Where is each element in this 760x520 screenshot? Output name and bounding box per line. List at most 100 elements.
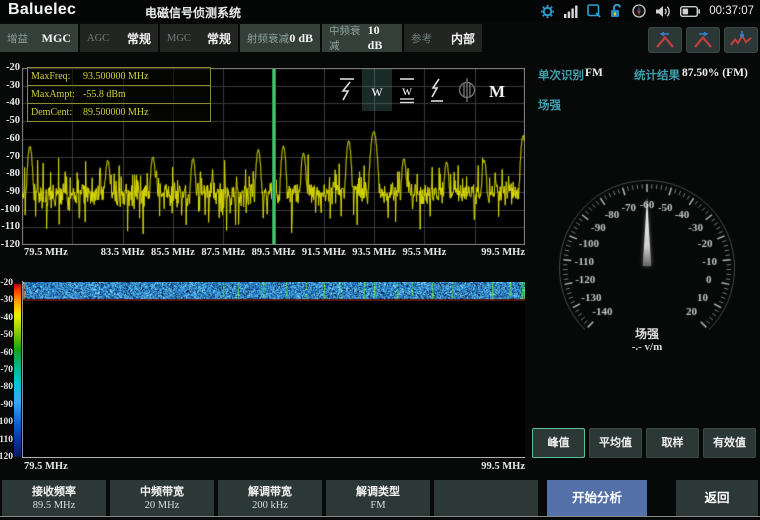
settings-toolbar: 增益 MGC AGC常规 MGC 常规 射频衰减0 dB 中频衰减10 dB 参考 内… xyxy=(0,24,482,52)
clear-write-glyph: w xyxy=(371,83,383,100)
marker-m-glyph: M xyxy=(489,82,505,101)
signal-strength-icon xyxy=(564,5,578,18)
back-button[interactable]: 返回 xyxy=(676,480,758,516)
y-tick-label: -80 xyxy=(0,168,20,180)
waterfall-frame xyxy=(22,281,525,458)
demod-type-label: 解调类型 xyxy=(326,483,430,499)
x-tick-label: 79.5 MHz xyxy=(24,247,68,258)
stats-result-value: 87.50% (FM) xyxy=(682,67,748,79)
trace-mode-bar: w w M xyxy=(332,69,512,111)
if-atten-value: 10 dB xyxy=(368,23,395,53)
reference-value: 内部 xyxy=(451,30,475,47)
waterfall-scale-label: -110 xyxy=(0,435,13,445)
battery-icon xyxy=(680,6,700,17)
peak-left-button[interactable] xyxy=(648,27,682,53)
gain-label: 增益 xyxy=(7,31,28,46)
y-tick-label: -20 xyxy=(0,62,20,74)
peak-button-group xyxy=(648,27,758,53)
volume-icon[interactable] xyxy=(655,5,671,18)
y-tick-label: -120 xyxy=(0,239,20,251)
trace-marker-m-icon[interactable]: M xyxy=(482,69,512,111)
field-if-bandwidth[interactable]: 中频带宽20 MHz xyxy=(110,480,214,516)
trace-clear-write-icon[interactable]: w xyxy=(362,69,392,111)
waterfall-scale-label: -120 xyxy=(0,452,13,462)
y-tick-label: -100 xyxy=(0,204,20,216)
toolbar-cell-if-atten[interactable]: 中频衰减10 dB xyxy=(322,24,402,52)
gauge-reading: -.- v/m xyxy=(597,341,697,353)
field-strength-label: 场强 xyxy=(538,97,561,113)
settings-gear-icon[interactable] xyxy=(540,4,555,19)
peak-right-button[interactable] xyxy=(686,27,720,53)
agc-value: 常规 xyxy=(127,30,151,47)
peak-search-button[interactable] xyxy=(724,27,758,53)
waterfall-x-right-label: 99.5 MHz xyxy=(481,461,525,472)
waterfall-scale-label: -60 xyxy=(0,348,13,358)
app-screen: Baluelec 电磁信号侦测系统 00:37:07 增益 MGC AGC常规 M… xyxy=(0,0,760,520)
y-tick-label: -40 xyxy=(0,97,20,109)
y-tick-label: -60 xyxy=(0,133,20,145)
trace-min-hold-icon[interactable]: w xyxy=(392,69,422,111)
x-tick-label: 83.5 MHz xyxy=(101,247,145,258)
single-recognition-label: 单次识别 xyxy=(538,67,584,83)
trace-max-hold-icon[interactable] xyxy=(332,69,362,111)
toolbar-cell-agc[interactable]: AGC常规 xyxy=(80,24,158,52)
y-tick-label: -90 xyxy=(0,186,20,198)
toolbar-cell-rf-atten[interactable]: 射频衰减0 dB xyxy=(240,24,320,52)
x-tick-label: 87.5 MHz xyxy=(201,247,245,258)
page-title: 电磁信号侦测系统 xyxy=(145,4,241,21)
waterfall-scale-label: -20 xyxy=(0,278,13,288)
if-bandwidth-label: 中频带宽 xyxy=(110,483,214,499)
detector-rms-button[interactable]: 有效值 xyxy=(703,428,756,458)
bottom-divider xyxy=(0,516,760,517)
field-demod-type[interactable]: 解调类型FM xyxy=(326,480,430,516)
clock: 00:37:07 xyxy=(709,5,754,17)
waterfall-scale-label: -50 xyxy=(0,330,13,340)
stats-result-label: 统计结果 xyxy=(634,67,680,83)
rf-atten-value: 0 dB xyxy=(289,31,313,46)
toolbar-cell-gain[interactable]: 增益 MGC xyxy=(0,24,78,52)
if-bandwidth-value: 20 MHz xyxy=(110,500,214,511)
x-tick-label: 91.5 MHz xyxy=(302,247,346,258)
status-cluster: 00:37:07 xyxy=(540,0,754,22)
receive-frequency-label: 接收频率 xyxy=(2,483,106,499)
screenshot-icon[interactable] xyxy=(587,4,601,18)
trace-sample-icon[interactable] xyxy=(422,69,452,111)
waterfall-scale-label: -70 xyxy=(0,365,13,375)
x-tick-label: 95.5 MHz xyxy=(403,247,447,258)
maxampt-value: -55.8 dBm xyxy=(80,86,210,103)
start-analysis-button[interactable]: 开始分析 xyxy=(547,480,647,516)
x-tick-label: 85.5 MHz xyxy=(151,247,195,258)
compass-icon xyxy=(632,4,646,18)
brand-logo: Baluelec xyxy=(8,1,76,19)
waterfall-scale-label: -80 xyxy=(0,382,13,392)
info-row-maxfreq: MaxFreq:93.500000 MHz xyxy=(28,68,210,86)
mgc-value: 常规 xyxy=(207,30,231,47)
receive-frequency-value: 89.5 MHz xyxy=(2,500,106,511)
demod-type-value: FM xyxy=(326,500,430,511)
x-tick-label: 89.5 MHz xyxy=(252,247,296,258)
info-row-maxampt: MaxAmpt:-55.8 dBm xyxy=(28,86,210,104)
detector-button-group: 峰值 平均值 取样 有效值 xyxy=(532,428,756,458)
single-recognition-value: FM xyxy=(585,67,603,79)
field-demod-bandwidth[interactable]: 解调带宽200 kHz xyxy=(218,480,322,516)
demod-center-marker[interactable] xyxy=(272,69,276,244)
rf-atten-label: 射频衰减 xyxy=(247,31,289,46)
waterfall-scale-label: -40 xyxy=(0,313,13,323)
field-receive-frequency[interactable]: 接收频率89.5 MHz xyxy=(2,480,106,516)
gain-value: MGC xyxy=(42,31,71,46)
waterfall-x-left-label: 79.5 MHz xyxy=(24,461,68,472)
y-tick-label: -110 xyxy=(0,221,20,233)
trace-gauss-icon[interactable] xyxy=(452,69,482,111)
amplitude-colorbar xyxy=(14,284,21,457)
detector-sample-button[interactable]: 取样 xyxy=(646,428,699,458)
waterfall-scale-label: -100 xyxy=(0,417,13,427)
toolbar-cell-mgc[interactable]: MGC 常规 xyxy=(160,24,238,52)
x-tick-label: 93.5 MHz xyxy=(352,247,396,258)
detector-average-button[interactable]: 平均值 xyxy=(589,428,642,458)
reference-label: 参考 xyxy=(411,31,432,46)
maxampt-label: MaxAmpt: xyxy=(28,86,80,103)
toolbar-cell-reference[interactable]: 参考 内部 xyxy=(404,24,482,52)
lock-open-icon[interactable] xyxy=(610,4,623,18)
mgc-label: MGC xyxy=(167,33,191,44)
detector-peak-button[interactable]: 峰值 xyxy=(532,428,585,458)
